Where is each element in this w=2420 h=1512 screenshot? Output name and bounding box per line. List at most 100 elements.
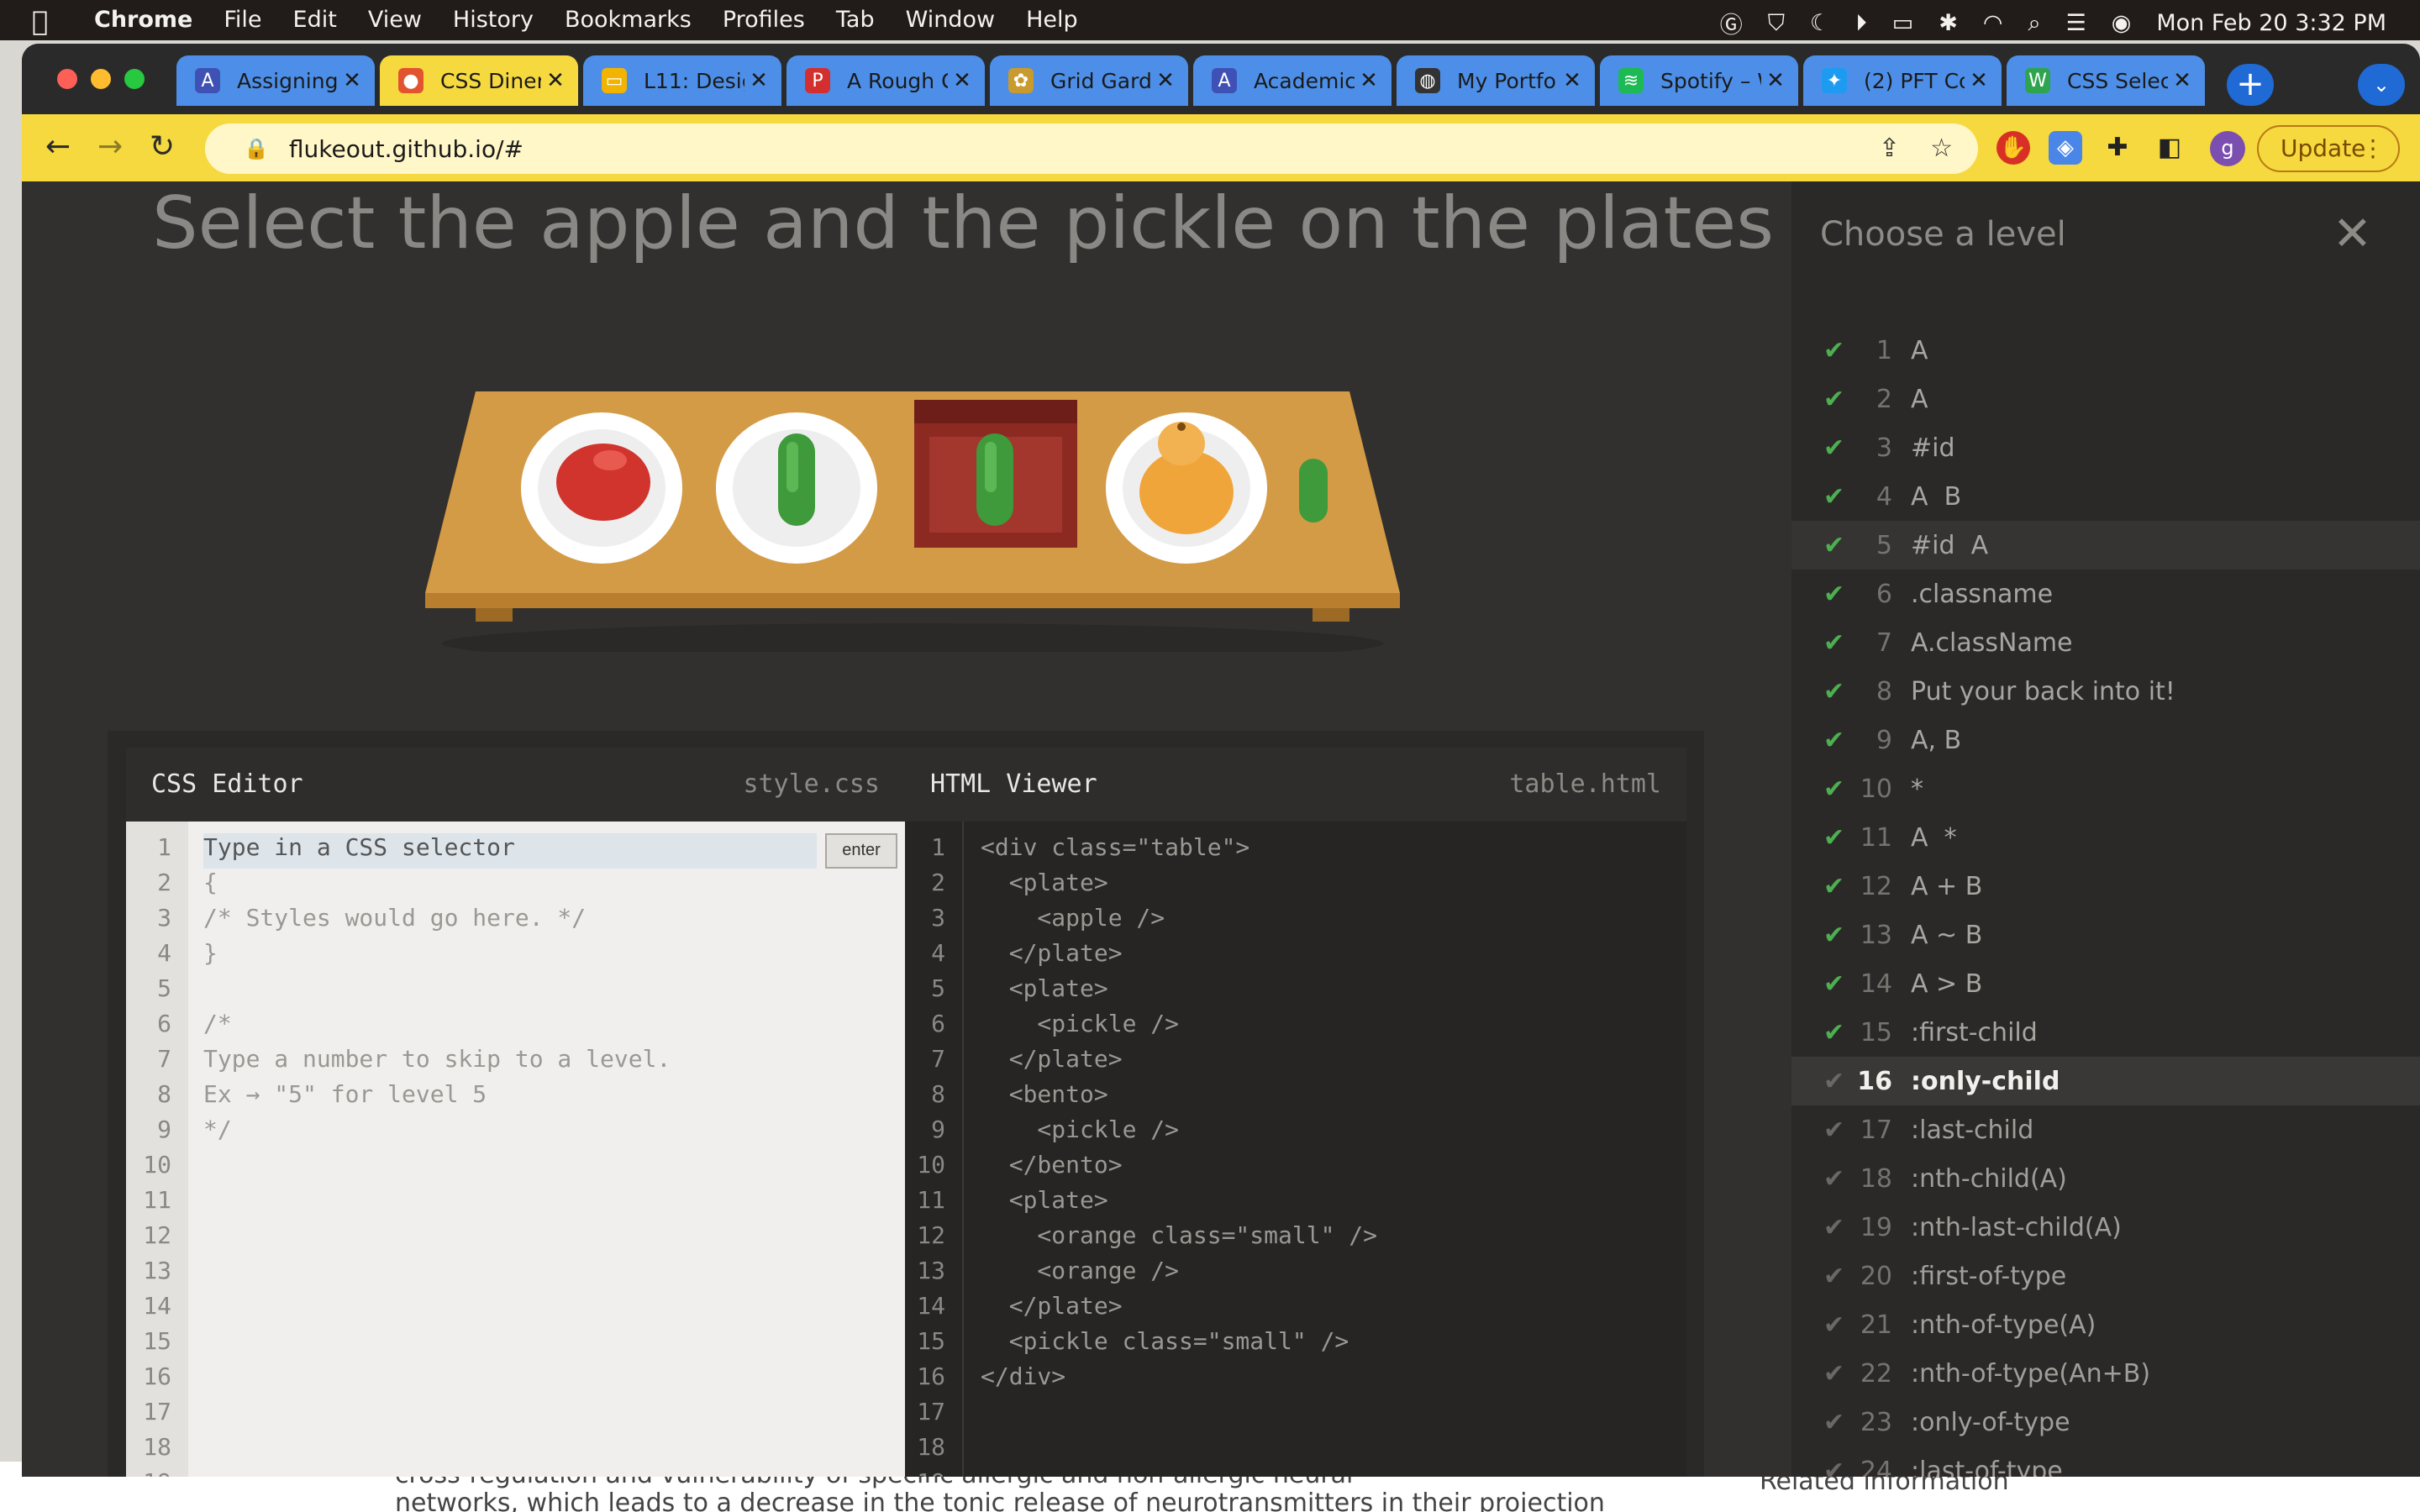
tab-10[interactable]: W CSS Selec ✕ [2007,55,2205,106]
zoom-window-button[interactable] [124,69,145,89]
profile-avatar[interactable]: g [2210,131,2245,166]
level-item-18[interactable]: ✔ 18:nth-child(A) [1791,1154,2420,1203]
level-item-14[interactable]: ✔ 14 A > B [1791,959,2420,1008]
side-panel-icon[interactable]: ◧ [2153,131,2186,165]
level-item-22[interactable]: ✔ 22:nth-of-type(An+B) [1791,1349,2420,1398]
level-item-11[interactable]: ✔ 11 A * [1791,813,2420,862]
enter-button[interactable]: enter [825,833,897,869]
battery-icon[interactable]: ▭ [1892,10,1914,36]
code-line: </plate> [981,1045,1123,1073]
level-item-9[interactable]: ✔ 9 A, B [1791,716,2420,764]
wifi-icon[interactable]: ◠ [1983,10,2003,36]
level-item-1[interactable]: ✔ 1 A [1791,326,2420,375]
tab-4[interactable]: P A Rough G ✕ [786,55,985,106]
menu-bookmarks[interactable]: Bookmarks [565,7,692,33]
tab-5[interactable]: ✿ Grid Garde✕ [990,55,1188,106]
lock-icon[interactable]: 🔒 [244,137,269,160]
moon-icon[interactable]: ☾ [1810,10,1830,36]
tab-9[interactable]: ✦ (2) PFT Co ✕ [1803,55,2002,106]
menu-file[interactable]: File [224,7,261,33]
back-arrow-icon[interactable]: ← [45,129,71,164]
url-text[interactable]: flukeout.github.io/# [289,135,523,163]
tab-close-icon[interactable]: ✕ [1558,68,1586,93]
level-item-17[interactable]: ✔ 17:last-child [1791,1105,2420,1154]
tab-close-icon[interactable]: ✕ [1965,68,1993,93]
menu-tab[interactable]: Tab [836,7,875,33]
tab-6[interactable]: A Academic ✕ [1193,55,1392,106]
address-bar[interactable]: 🔒 flukeout.github.io/# ⇪ ☆ [205,123,1978,174]
bluetooth-icon[interactable]: ✱ [1939,10,1958,36]
tab-8[interactable]: ≋ Spotify – W✕ [1600,55,1798,106]
grammarly-icon[interactable]: Ⓖ [1720,7,1743,39]
bookmark-star-icon[interactable]: ☆ [1930,134,1953,163]
extensions-puzzle-icon[interactable]: ✚ [2101,131,2134,165]
level-item-2[interactable]: ✔ 2 A [1791,375,2420,423]
level-item-12[interactable]: ✔ 12 A + B [1791,862,2420,911]
level-name: A, B [1911,725,1962,755]
checkmark-icon: ✔ [1823,1066,1845,1096]
reload-icon[interactable]: ↻ [150,129,175,164]
menu-help[interactable]: Help [1026,7,1078,33]
tab-close-icon[interactable]: ✕ [1151,68,1180,93]
menu-history[interactable]: History [453,7,534,33]
level-item-7[interactable]: ✔ 7 A.className [1791,618,2420,667]
extension-icon[interactable]: ◈ [2049,131,2082,165]
play-icon[interactable]: ⏵ [1855,10,1867,37]
level-name: Put your back into it! [1911,676,2175,706]
level-item-3[interactable]: ✔ 3 #id [1791,423,2420,472]
close-window-button[interactable] [57,69,77,89]
level-item-5[interactable]: ✔ 5 #id A [1791,521,2420,570]
siri-icon[interactable]: ◉ [2112,10,2132,36]
level-item-15[interactable]: ✔ 15:first-child [1791,1008,2420,1057]
status-area: Ⓖ ⛉ ☾ ⏵ ▭ ✱ ◠ ⌕ ☰ ◉ Mon Feb 20 3:32 PM [1695,7,2386,39]
share-icon[interactable]: ⇪ [1879,134,1900,163]
css-selector-input[interactable]: Type in a CSS selector [203,830,515,865]
level-item-16[interactable]: ✔ 16:only-child [1791,1057,2420,1105]
control-center-icon[interactable]: ☰ [2066,10,2086,36]
tab-close-icon[interactable]: ✕ [1761,68,1790,93]
tab-close-icon[interactable]: ✕ [948,68,976,93]
more-menu-icon[interactable]: ⋮ [2361,127,2385,171]
tab-7[interactable]: ◍ My Portfolio✕ [1397,55,1595,106]
tab-2[interactable]: ● CSS Diner ✕ [380,55,578,106]
level-item-20[interactable]: ✔ 20:first-of-type [1791,1252,2420,1300]
level-item-13[interactable]: ✔ 13 A ~ B [1791,911,2420,959]
level-item-6[interactable]: ✔ 6 .classname [1791,570,2420,618]
tab-favicon-icon: P [805,68,830,93]
level-item-8[interactable]: ✔ 8 Put your back into it! [1791,667,2420,716]
level-item-10[interactable]: ✔ 10 * [1791,764,2420,813]
spotlight-search-icon[interactable]: ⌕ [2028,10,2040,37]
new-tab-button[interactable]: + [2227,64,2274,106]
update-button[interactable]: Update ⋮ [2257,125,2400,172]
tab-close-icon[interactable]: ✕ [541,68,570,93]
clock-datetime[interactable]: Mon Feb 20 3:32 PM [2156,10,2386,36]
menu-app-name[interactable]: Chrome [94,7,192,33]
code-line: { [203,869,218,896]
line-number: 6 [157,1010,171,1037]
minimize-window-button[interactable] [91,69,111,89]
pickle-small[interactable] [1299,459,1328,522]
level-item-24[interactable]: ✔ 24:last-of-type [1791,1446,2420,1478]
tab-close-icon[interactable]: ✕ [338,68,366,93]
tab-3[interactable]: ▭ L11: Desig ✕ [583,55,781,106]
line-number: 8 [157,1080,171,1108]
apple-menu-icon[interactable]:  [32,5,48,37]
tab-close-icon[interactable]: ✕ [2168,68,2196,93]
tab-close-icon[interactable]: ✕ [1355,68,1383,93]
menu-window[interactable]: Window [906,7,995,33]
tab-search-chevron-icon[interactable]: ⌄ [2358,64,2405,106]
level-item-4[interactable]: ✔ 4 A B [1791,472,2420,521]
tab-1[interactable]: A Assigning ✕ [176,55,375,106]
menu-profiles[interactable]: Profiles [723,7,805,33]
shield-icon[interactable]: ⛉ [1768,10,1785,37]
tab-close-icon[interactable]: ✕ [744,68,773,93]
level-item-21[interactable]: ✔ 21:nth-of-type(A) [1791,1300,2420,1349]
forward-arrow-icon[interactable]: → [97,129,123,164]
menu-view[interactable]: View [368,7,422,33]
checkmark-icon: ✔ [1823,1163,1845,1194]
menu-edit[interactable]: Edit [293,7,337,33]
level-item-19[interactable]: ✔ 19:nth-last-child(A) [1791,1203,2420,1252]
adblock-extension-icon[interactable]: ✋ [1996,131,2030,165]
close-icon[interactable]: ✕ [2333,207,2372,261]
level-item-23[interactable]: ✔ 23:only-of-type [1791,1398,2420,1446]
